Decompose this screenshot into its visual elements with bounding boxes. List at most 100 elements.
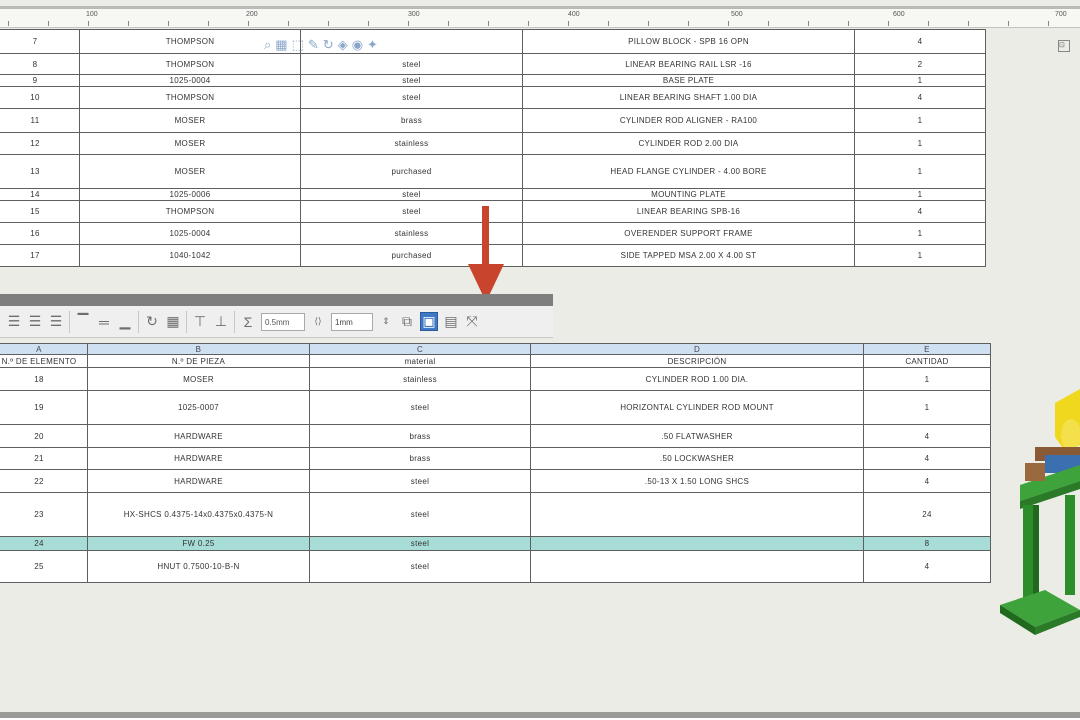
column-letter-row: A B C D E bbox=[0, 343, 991, 355]
ruler-tick bbox=[608, 21, 609, 26]
cell-part: 1025-0004 bbox=[79, 74, 301, 87]
eye-icon[interactable]: ◉ bbox=[352, 37, 363, 53]
table-row[interactable]: 14 1025-0006 steel MOUNTING PLATE 1 bbox=[0, 188, 986, 201]
table-row-selected[interactable]: 24 FW 0.25 steel 8 bbox=[0, 536, 991, 551]
zoom-icon[interactable]: ⌕ bbox=[264, 37, 271, 53]
table-row[interactable]: 12 MOSER stainless CYLINDER ROD 2.00 DIA 1 bbox=[0, 132, 986, 155]
fit-table-icon[interactable]: ⤧ bbox=[464, 313, 480, 330]
table-row[interactable]: 18 MOSER stainless CYLINDER ROD 1.00 DIA. 1 bbox=[0, 367, 991, 391]
table-row[interactable]: 9 1025-0004 steel BASE PLATE 1 bbox=[0, 74, 986, 87]
cell-item: 15 bbox=[0, 200, 80, 223]
rotate-text-icon[interactable]: ↻ bbox=[144, 313, 160, 330]
table-row[interactable]: 19 1025-0007 steel HORIZONTAL CYLINDER ROD … bbox=[0, 390, 991, 425]
select-icon[interactable]: ⬚ bbox=[292, 37, 304, 53]
table-row[interactable]: 10 THOMPSON steel LINEAR BEARING SHAFT 1.00… bbox=[0, 86, 986, 109]
insert-row-above-icon[interactable]: ⊤ bbox=[192, 313, 208, 330]
table-row[interactable]: 13 MOSER purchased HEAD FLANGE CYLINDER - 4… bbox=[0, 154, 986, 189]
cell-qty: 1 bbox=[854, 154, 986, 189]
ruler-tick bbox=[728, 21, 729, 26]
ruler-tick bbox=[248, 21, 249, 26]
cell-part: 1025-0004 bbox=[79, 222, 301, 245]
border-width-field[interactable]: 0.5mm bbox=[261, 312, 305, 331]
column-letter[interactable]: B bbox=[87, 343, 310, 355]
cell-qty: 4 bbox=[863, 550, 991, 583]
cell-item: 13 bbox=[0, 154, 80, 189]
column-header[interactable]: CANTIDAD bbox=[863, 354, 991, 368]
cell-description: MOUNTING PLATE bbox=[522, 188, 855, 201]
pencil-icon[interactable]: ✎ bbox=[308, 37, 319, 53]
table-row[interactable]: 8 THOMPSON steel LINEAR BEARING RAIL LSR -1… bbox=[0, 53, 986, 75]
cell-part: THOMPSON bbox=[79, 200, 301, 223]
table-row[interactable]: 20 HARDWARE brass .50 FLATWASHER 4 bbox=[0, 424, 991, 448]
cell-part: HARDWARE bbox=[87, 424, 310, 448]
cell-material: brass bbox=[300, 108, 523, 133]
rotate-icon[interactable]: ↻ bbox=[323, 37, 334, 53]
ruler-tick bbox=[808, 21, 809, 26]
column-letter[interactable]: C bbox=[309, 343, 531, 355]
table-row[interactable]: 23 HX-SHCS 0.4375-14x0.4375x0.4375-N steel… bbox=[0, 492, 991, 537]
insert-row-below-icon[interactable]: ⊥ bbox=[213, 313, 229, 330]
drawing-sheet: 100 200 300 400 500 600 700 ⊡ 7 THOMPSON P… bbox=[0, 0, 1080, 718]
ruler-tick bbox=[88, 21, 89, 26]
cell-description: PILLOW BLOCK - SPB 16 OPN bbox=[522, 29, 855, 54]
cell-qty: 1 bbox=[854, 108, 986, 133]
table-row[interactable]: 22 HARDWARE steel .50-13 X 1.50 LONG SHCS 4 bbox=[0, 469, 991, 493]
copy-format-icon[interactable]: ⧉ bbox=[399, 313, 415, 330]
cell-part: THOMPSON bbox=[79, 86, 301, 109]
spacing-field[interactable]: 1mm bbox=[331, 312, 373, 331]
light-icon[interactable]: ✦ bbox=[367, 37, 378, 53]
cell-material: brass bbox=[309, 424, 531, 448]
expand-icon[interactable]: ⊡ bbox=[1058, 40, 1070, 52]
spin-arrows-icon[interactable]: ⟨⟩ bbox=[310, 316, 326, 327]
align-left-icon[interactable]: ☰ bbox=[6, 313, 22, 330]
align-middle-icon[interactable]: ═ bbox=[96, 314, 112, 330]
table-row[interactable]: 25 HNUT 0.7500-10-B-N steel 4 bbox=[0, 550, 991, 583]
column-letter[interactable]: E bbox=[863, 343, 991, 355]
column-header[interactable]: material bbox=[309, 354, 531, 368]
cell-description: LINEAR BEARING SPB-16 bbox=[522, 200, 855, 223]
context-toolbar: ⌕ ▦ ⬚ ✎ ↻ ◈ ◉ ✦ bbox=[264, 34, 524, 56]
cell-description: LINEAR BEARING SHAFT 1.00 DIA bbox=[522, 86, 855, 109]
cell-material: steel bbox=[300, 86, 523, 109]
ruler-tick bbox=[968, 21, 969, 26]
cell-qty: 2 bbox=[854, 53, 986, 75]
cube-icon[interactable]: ◈ bbox=[338, 37, 348, 53]
spin-arrows-icon[interactable]: ⇕ bbox=[378, 316, 394, 327]
grid-lines-icon[interactable]: ▤ bbox=[443, 313, 459, 330]
cell-part: THOMPSON bbox=[79, 53, 301, 75]
ruler-tick bbox=[1048, 21, 1049, 26]
table-header-icon[interactable]: ▣ bbox=[420, 312, 438, 331]
align-top-icon[interactable]: ▔ bbox=[75, 313, 91, 330]
column-header[interactable]: DESCRIPCIÓN bbox=[530, 354, 864, 368]
ruler-tick bbox=[408, 21, 409, 26]
align-right-icon[interactable]: ☰ bbox=[48, 313, 64, 330]
cell-qty: 4 bbox=[863, 469, 991, 493]
cell-part: MOSER bbox=[79, 108, 301, 133]
column-header[interactable]: N.º DE PIEZA bbox=[87, 354, 310, 368]
cell-part: MOSER bbox=[87, 367, 310, 391]
ruler-tick bbox=[768, 21, 769, 26]
ruler-label: 500 bbox=[731, 11, 743, 18]
cell-part: HNUT 0.7500-10-B-N bbox=[87, 550, 310, 583]
table-row[interactable]: 21 HARDWARE brass .50 LOCKWASHER 4 bbox=[0, 447, 991, 470]
grid-icon[interactable]: ▦ bbox=[275, 37, 287, 53]
table-row[interactable]: 11 MOSER brass CYLINDER ROD ALIGNER - RA100… bbox=[0, 108, 986, 133]
toolbar-title-strip[interactable] bbox=[0, 294, 553, 306]
sum-icon[interactable]: Σ bbox=[240, 314, 256, 330]
cell-qty: 1 bbox=[854, 188, 986, 201]
column-letter[interactable]: A bbox=[0, 343, 88, 355]
ruler-tick bbox=[448, 21, 449, 26]
cell-description: .50 FLATWASHER bbox=[530, 424, 864, 448]
table-icon[interactable]: ▦ bbox=[165, 313, 181, 330]
align-center-icon[interactable]: ☰ bbox=[27, 313, 43, 330]
cell-material: brass bbox=[309, 447, 531, 470]
cell-material: steel bbox=[309, 469, 531, 493]
cell-description bbox=[530, 492, 864, 537]
align-bottom-icon[interactable]: ▁ bbox=[117, 313, 133, 330]
column-letter[interactable]: D bbox=[530, 343, 864, 355]
cell-description: CYLINDER ROD 2.00 DIA bbox=[522, 132, 855, 155]
cell-material: steel bbox=[309, 550, 531, 583]
column-header[interactable]: N.º DE ELEMENTO bbox=[0, 354, 88, 368]
cell-item: 18 bbox=[0, 367, 88, 391]
cell-qty: 1 bbox=[863, 367, 991, 391]
